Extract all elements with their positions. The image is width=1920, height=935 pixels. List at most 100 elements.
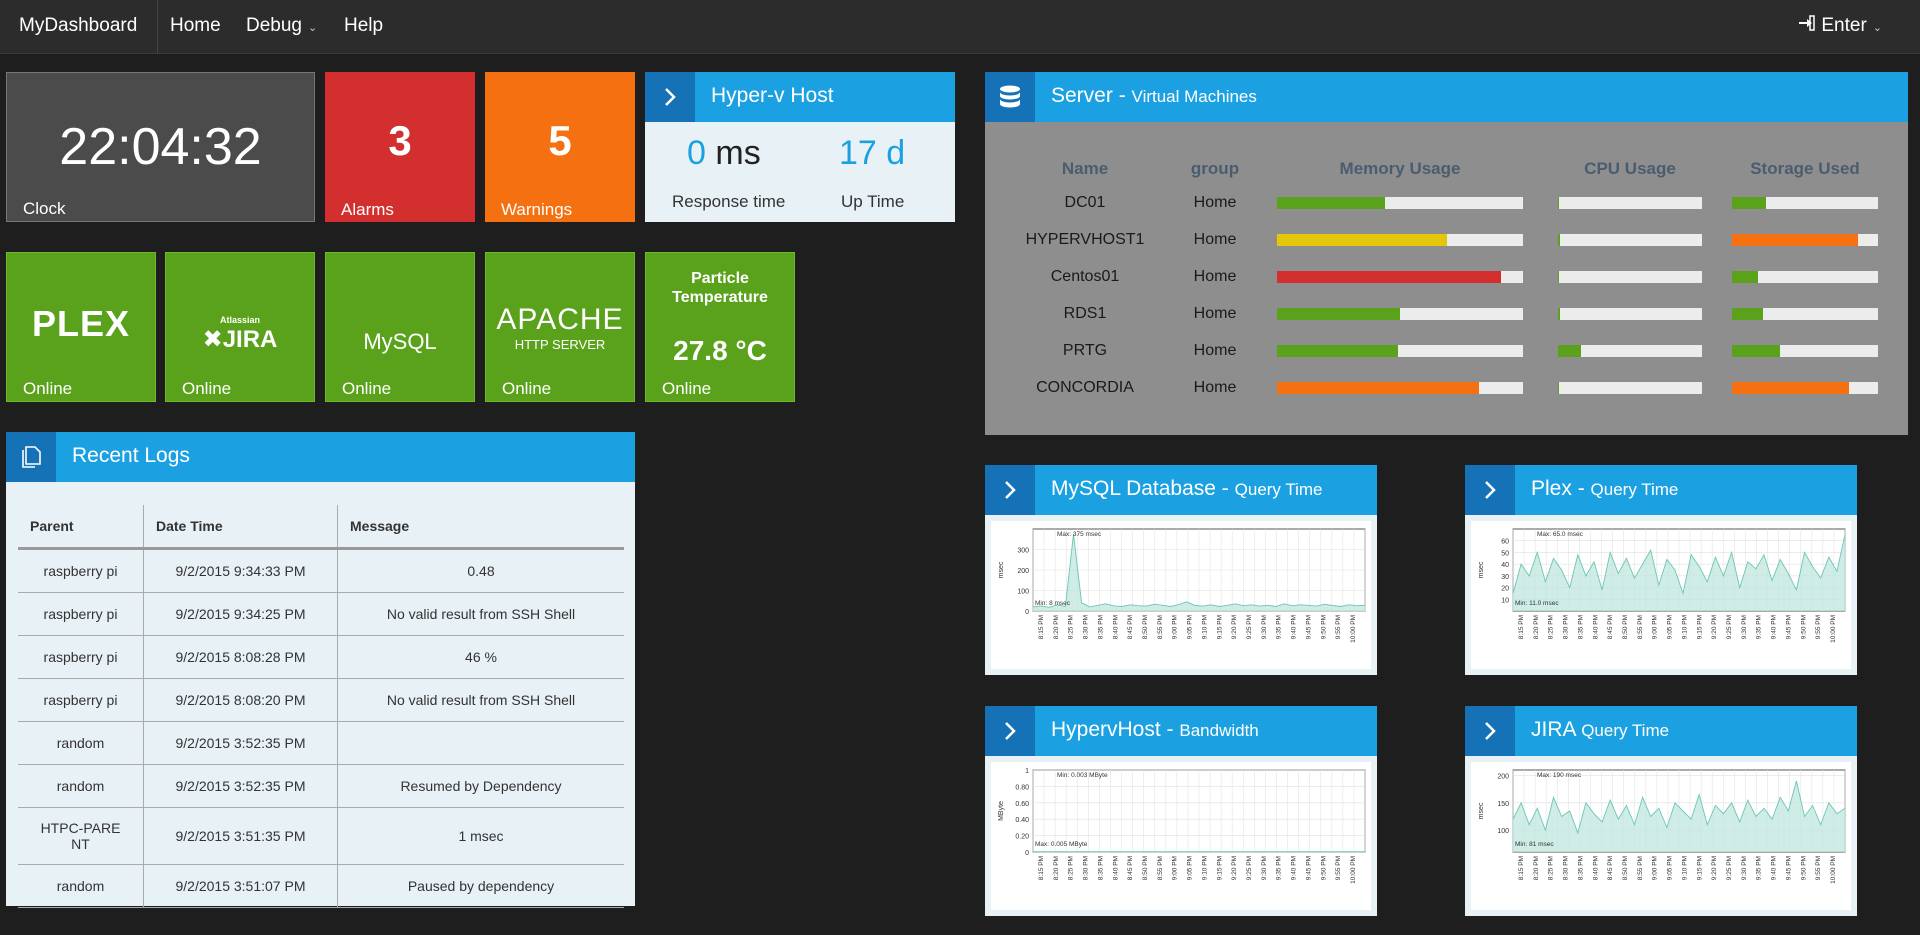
storage-cell [1715,184,1895,221]
mysql-status: Online [342,379,392,398]
log-row[interactable]: raspberry pi 9/2/2015 8:08:20 PM No valid … [18,678,624,722]
x-tick-label: 9:00 PM [1172,615,1179,639]
vm-name: DC01 [1064,193,1106,211]
y-axis-label: msec [1478,802,1485,819]
vm-row[interactable]: PRTG Home [995,332,1895,369]
min-annotation: Max: 0.005 MByte [1035,841,1088,848]
response-time-value: 0 ms [687,134,761,173]
hyperv-title: Hyper-v Host [711,84,834,107]
chevron-right-icon[interactable] [1465,465,1515,515]
mysql-chart-header: MySQL Database - Query Time [985,465,1377,515]
hyperv-header: Hyper-v Host [645,72,955,122]
x-tick-label: 9:15 PM [1696,856,1703,880]
response-number: 0 [687,134,706,172]
log-row[interactable]: HTPC-PARENT 9/2/2015 3:51:35 PM 1 msec [18,807,624,865]
chevron-right-icon[interactable] [985,706,1035,756]
log-message: No valid result from SSH Shell [337,678,624,722]
plex-tile[interactable]: PLEX Online [6,252,156,402]
x-tick-label: 9:40 PM [1771,615,1778,639]
mysql-logo: MySQL [363,329,437,354]
x-tick-label: 8:20 PM [1053,856,1060,880]
x-tick-label: 9:40 PM [1771,856,1778,880]
y-tick-label: 20 [1501,586,1509,593]
log-row[interactable]: raspberry pi 9/2/2015 9:34:33 PM 0.48 [18,548,624,593]
apache-tile[interactable]: APACHE HTTP SERVER Online [485,252,635,402]
vm-row[interactable]: RDS1 Home [995,295,1895,332]
nav-home[interactable]: Home [170,15,221,37]
chevron-right-icon[interactable] [1465,706,1515,756]
chart-subtitle: Query Time [1590,480,1679,499]
log-parent: raspberry pi [18,592,144,636]
x-tick-label: 9:35 PM [1276,856,1283,880]
x-tick-label: 8:40 PM [1592,856,1599,880]
chevron-right-icon[interactable] [985,465,1035,515]
recent-logs-widget: Recent Logs Parent Date Time Message ras… [6,432,635,908]
x-tick-label: 8:20 PM [1533,856,1540,880]
x-tick-label: 9:35 PM [1756,615,1763,639]
log-message [337,721,624,765]
jira-tile[interactable]: Atlassian ✖JIRA Online [165,252,315,402]
y-tick-label: 200 [1497,773,1509,780]
x-tick-label: 9:15 PM [1216,615,1223,639]
col-datetime[interactable]: Date Time [143,505,338,550]
log-row[interactable]: raspberry pi 9/2/2015 8:08:28 PM 46 % [18,635,624,679]
x-tick-label: 10:00 PM [1350,615,1357,643]
alarms-label: Alarms [341,200,394,219]
brand-link[interactable]: MyDashboard [19,15,137,37]
x-tick-label: 8:35 PM [1577,856,1584,880]
y-axis-label: MByte [998,801,1005,821]
apache-status: Online [502,379,552,398]
log-row[interactable]: raspberry pi 9/2/2015 9:34:25 PM No valid … [18,592,624,636]
y-tick-label: 0.20 [1015,834,1029,841]
vm-name: RDS1 [1063,304,1107,322]
x-tick-label: 8:25 PM [1068,615,1075,639]
log-row[interactable]: random 9/2/2015 3:52:35 PM [18,721,624,765]
x-tick-label: 8:50 PM [1622,856,1629,880]
log-row[interactable]: random 9/2/2015 3:52:35 PM Resumed by Depe… [18,764,624,808]
x-tick-label: 8:20 PM [1533,615,1540,639]
x-tick-label: 8:15 PM [1038,856,1045,880]
cpu-bar [1558,381,1702,394]
vm-row[interactable]: Centos01 Home [995,258,1895,295]
vm-name: Centos01 [1050,267,1120,285]
x-tick-label: 8:20 PM [1053,615,1060,639]
vm-row[interactable]: HYPERVHOST1 Home [995,221,1895,258]
chart-svg: 10 20 30 40 50 60 msec 8:15 PM 8:20 PM 8:25 PM 8:3… [1478,528,1846,643]
plex-logo: PLEX [7,303,155,345]
jira-status: Online [182,379,232,398]
col-message[interactable]: Message [337,505,624,550]
x-tick-label: 8:50 PM [1142,615,1149,639]
log-datetime: 9/2/2015 3:52:35 PM [143,764,338,808]
temperature-tile[interactable]: Particle Temperature 27.8 °C Online [645,252,795,402]
mysql-chart-widget: MySQL Database - Query Time 0 100 200 300 ms… [985,465,1377,675]
y-tick-label: 0 [1025,850,1029,857]
x-tick-label: 9:45 PM [1785,615,1792,639]
clock-value: 22:04:32 [59,118,262,176]
apache-logo: APACHE [496,303,624,336]
log-row[interactable]: random 9/2/2015 3:51:07 PM Paused by depen… [18,864,624,908]
x-tick-label: 9:45 PM [1305,856,1312,880]
alarms-tile[interactable]: 3 Alarms [325,72,475,222]
x-tick-label: 10:00 PM [1830,615,1837,643]
clock-tile[interactable]: 22:04:32 Clock [6,72,315,222]
vm-name: HYPERVHOST1 [1025,230,1145,248]
cpu-bar [1558,307,1702,320]
documents-icon[interactable] [6,432,56,482]
col-parent[interactable]: Parent [18,505,144,550]
chevron-right-icon[interactable] [645,72,695,122]
warnings-tile[interactable]: 5 Warnings [485,72,635,222]
nav-debug[interactable]: Debug ⌄ [246,15,317,37]
clock-label: Clock [23,199,66,218]
vm-row[interactable]: DC01 Home [995,184,1895,221]
x-tick-label: 9:50 PM [1800,856,1807,880]
hypervhost-chart-plot: 0 0.20 0.40 0.60 0.80 1 MByte 8:15 PM 8:20 PM 8:2… [991,762,1371,910]
vm-group: Home [1193,230,1237,248]
database-icon[interactable] [985,72,1035,122]
log-parent: raspberry pi [18,678,144,722]
vm-row[interactable]: CONCORDIA Home [995,369,1895,406]
enter-button[interactable]: Enter ⌄ [1797,15,1882,37]
nav-help[interactable]: Help [344,15,383,37]
nav-divider [157,0,158,54]
memory-cell [1255,258,1545,295]
mysql-tile[interactable]: MySQL Online [325,252,475,402]
